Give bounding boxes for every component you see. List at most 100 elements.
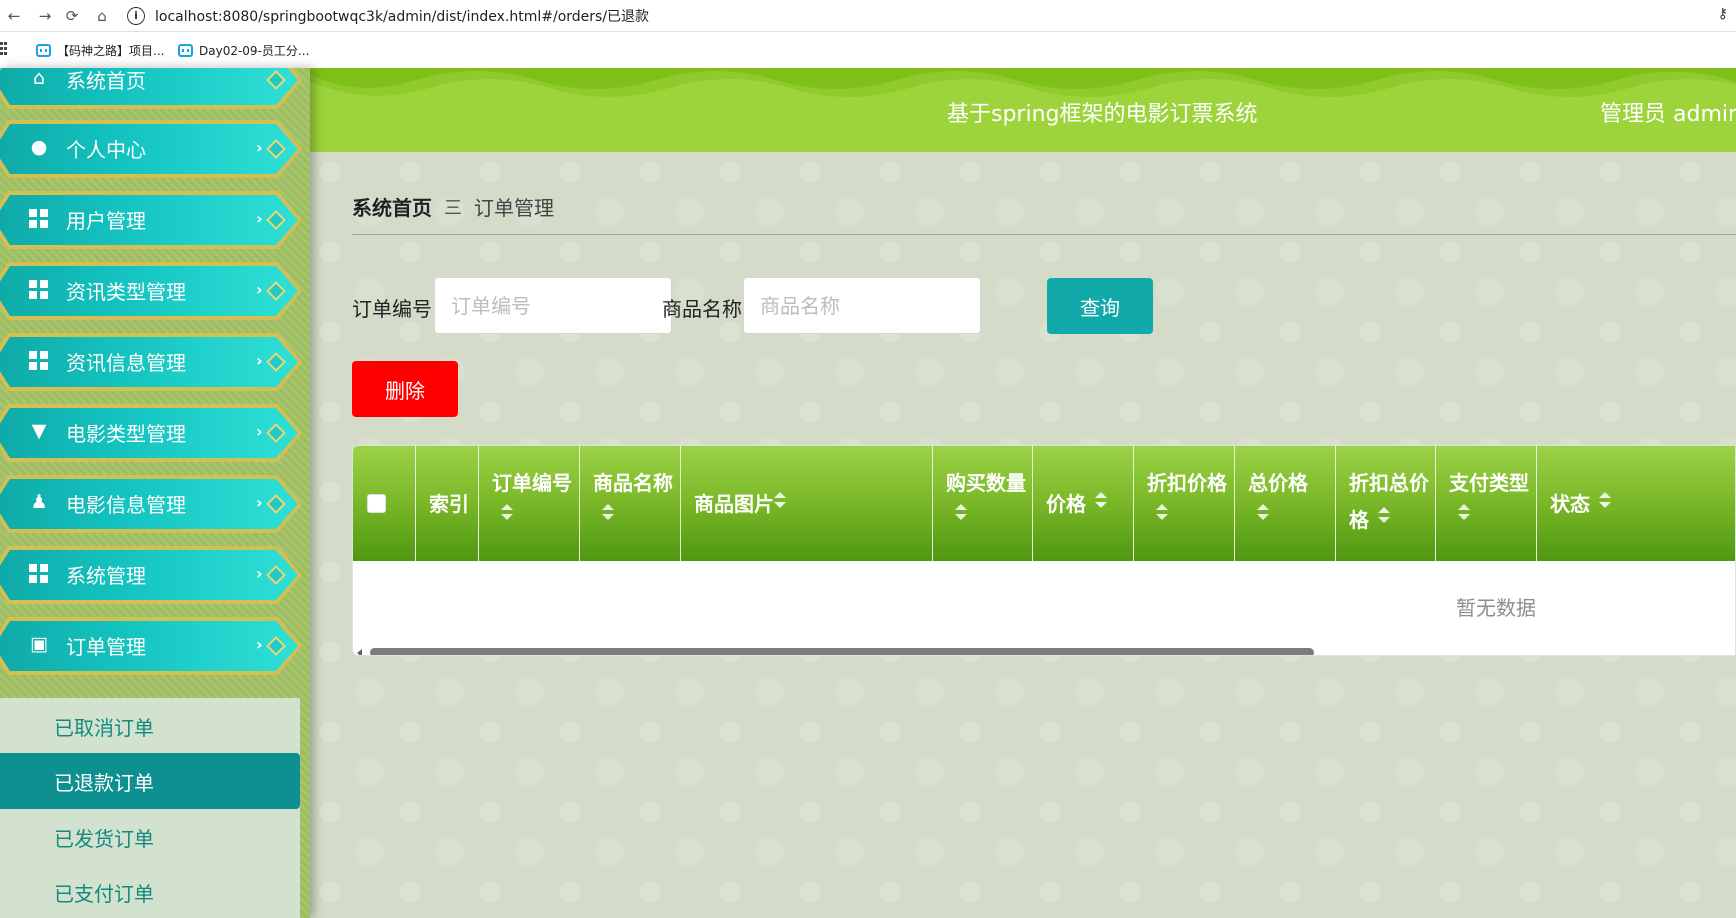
sidebar-item-label: 用户管理: [66, 209, 146, 233]
column-header: 购买数量: [946, 471, 1026, 495]
submenu-item-cancelled[interactable]: 已取消订单: [0, 698, 300, 754]
home-browser-icon[interactable]: ⌂: [90, 4, 114, 28]
bookmark-label: 【码神之路】项目...: [57, 43, 165, 58]
sidebar: ⌂ 系统首页 › ● 个人中心 › 用户管理 › 资讯类型管理 › 资讯信息管理…: [0, 68, 310, 918]
sort-icon[interactable]: [501, 504, 513, 520]
column-header: 商品图片: [694, 492, 774, 516]
bookmark-item[interactable]: Day02-09-员工分...: [178, 41, 309, 59]
breadcrumb-home[interactable]: 系统首页: [352, 192, 432, 221]
sidebar-item-movie-type[interactable]: › ▼ 电影类型管理: [0, 404, 302, 462]
chevron-right-icon: ›: [256, 209, 263, 228]
col-total-price[interactable]: 总价格: [1235, 446, 1336, 561]
submenu-item-label: 已取消订单: [54, 716, 154, 740]
order-no-label: 订单编号: [352, 297, 432, 321]
back-icon[interactable]: ←: [2, 4, 26, 28]
query-button[interactable]: 查询: [1047, 278, 1153, 334]
sidebar-item-news-info[interactable]: › 资讯信息管理: [0, 333, 302, 391]
sidebar-item-system[interactable]: › 系统管理: [0, 546, 302, 604]
apps-grid-icon[interactable]: [0, 42, 8, 56]
sort-icon[interactable]: [955, 504, 967, 520]
site-info-icon[interactable]: i: [127, 7, 145, 25]
sidebar-item-label: 订单管理: [66, 635, 146, 659]
col-product-name[interactable]: 商品名称: [580, 446, 681, 561]
reload-icon[interactable]: ⟳: [60, 4, 84, 28]
delete-button[interactable]: 删除: [352, 361, 458, 417]
grid-icon: [29, 209, 49, 229]
sidebar-item-orders[interactable]: › ▣ 订单管理: [0, 617, 302, 675]
sidebar-item-label: 资讯类型管理: [66, 280, 186, 304]
breadcrumb-divider: [352, 234, 1736, 235]
col-product-image[interactable]: 商品图片: [681, 446, 933, 561]
sort-icon[interactable]: [602, 504, 614, 520]
col-discount-price[interactable]: 折扣价格: [1134, 446, 1235, 561]
bookmark-item[interactable]: 【码神之路】项目...: [36, 41, 164, 59]
horizontal-scrollbar[interactable]: [370, 648, 1314, 655]
column-header: 订单编号: [492, 471, 572, 495]
select-all-checkbox[interactable]: [367, 494, 386, 513]
col-quantity[interactable]: 购买数量: [933, 446, 1033, 561]
orders-submenu: 已取消订单 已退款订单 已发货订单 已支付订单: [0, 698, 300, 918]
user-icon: ●: [30, 136, 48, 158]
col-payment-type[interactable]: 支付类型: [1436, 446, 1537, 561]
submenu-item-refunded[interactable]: 已退款订单: [0, 753, 300, 809]
sidebar-item-label: 电影类型管理: [66, 422, 186, 446]
bookmarks-bar: 【码神之路】项目... Day02-09-员工分...: [0, 33, 1736, 68]
sort-icon[interactable]: [1095, 492, 1107, 508]
product-name-input[interactable]: [743, 277, 981, 334]
submenu-item-label: 已支付订单: [54, 882, 154, 906]
sort-icon[interactable]: [1257, 504, 1269, 520]
main-content: 系统首页 三 订单管理 订单编号 商品名称 查询 删除 索引 订单编号 商品名称: [310, 152, 1736, 918]
sort-icon[interactable]: [1458, 504, 1470, 520]
sidebar-item-movie-info[interactable]: › ♟ 电影信息管理: [0, 475, 302, 533]
password-key-icon[interactable]: ⚷: [1718, 6, 1728, 22]
sidebar-item-label: 系统首页: [66, 69, 146, 93]
scroll-left-icon[interactable]: [357, 649, 362, 655]
col-index: 索引: [416, 446, 479, 561]
col-order-no[interactable]: 订单编号: [479, 446, 580, 561]
url-text[interactable]: localhost:8080/springbootwqc3k/admin/dis…: [155, 6, 649, 26]
chat-icon: ▣: [30, 633, 48, 655]
submenu-item-paid[interactable]: 已支付订单: [0, 864, 300, 918]
home-icon: ⌂: [32, 68, 46, 89]
forward-icon[interactable]: →: [33, 4, 57, 28]
col-price[interactable]: 价格: [1033, 446, 1134, 561]
sidebar-item-label: 资讯信息管理: [66, 351, 186, 375]
sidebar-item-label: 系统管理: [66, 564, 146, 588]
column-header: 折扣总价: [1349, 471, 1429, 495]
sidebar-item-profile[interactable]: › ● 个人中心: [0, 120, 302, 178]
sidebar-item-news-type[interactable]: › 资讯类型管理: [0, 262, 302, 320]
search-form: 订单编号 商品名称 查询: [352, 277, 1153, 335]
grid-icon: [29, 351, 49, 371]
orders-table: 索引 订单编号 商品名称 商品图片 购买数量 价格 折扣价格 总价格 折扣总价 …: [352, 445, 1736, 656]
col-select: [353, 446, 416, 561]
chevron-right-icon: ›: [256, 138, 263, 157]
bookmark-label: Day02-09-员工分...: [199, 43, 310, 58]
submenu-item-shipped[interactable]: 已发货订单: [0, 809, 300, 865]
col-discount-total[interactable]: 折扣总价 格: [1336, 446, 1436, 561]
column-header: 总价格: [1248, 471, 1308, 495]
current-user[interactable]: 管理员 admin: [1600, 96, 1736, 128]
sort-icon[interactable]: [1599, 492, 1611, 508]
breadcrumb-current: 订单管理: [474, 196, 554, 220]
sort-icon[interactable]: [1156, 504, 1168, 520]
sidebar-item-home[interactable]: ⌂ 系统首页: [0, 68, 302, 109]
table-header: 索引 订单编号 商品名称 商品图片 购买数量 价格 折扣价格 总价格 折扣总价 …: [353, 446, 1735, 561]
order-no-input[interactable]: [434, 277, 672, 334]
chevron-right-icon: ›: [256, 493, 263, 512]
column-header: 索引: [429, 492, 469, 516]
breadcrumb-separator-icon: 三: [444, 197, 462, 219]
col-status[interactable]: 状态: [1537, 446, 1735, 561]
sidebar-item-label: 电影信息管理: [66, 493, 186, 517]
column-header: 支付类型: [1449, 471, 1529, 495]
chevron-right-icon: ›: [256, 422, 263, 441]
tv-icon: [178, 43, 193, 57]
chevron-right-icon: ›: [256, 280, 263, 299]
sidebar-item-users[interactable]: › 用户管理: [0, 191, 302, 249]
submenu-item-label: 已发货订单: [54, 827, 154, 851]
sort-icon[interactable]: [774, 492, 786, 508]
sort-icon[interactable]: [1378, 507, 1390, 523]
sidebar-item-label: 个人中心: [66, 138, 146, 162]
column-header: 折扣价格: [1147, 471, 1227, 495]
top-header: 基于spring框架的电影订票系统 管理员 admin: [310, 68, 1736, 152]
grid-icon: [29, 564, 49, 584]
